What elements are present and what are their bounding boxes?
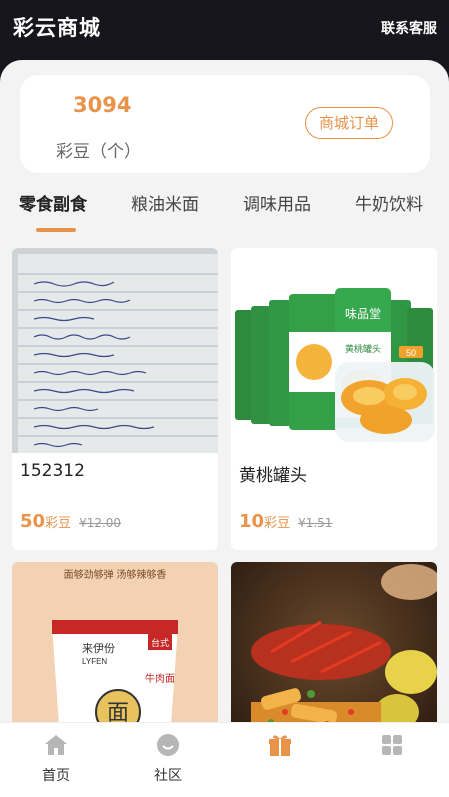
points-card: 3094 彩豆（个） 商城订单 bbox=[20, 75, 430, 173]
nav-mall[interactable] bbox=[250, 733, 310, 765]
can-label-text: 黄桃罐头 bbox=[345, 343, 381, 354]
nav-home[interactable]: 首页 bbox=[26, 733, 86, 785]
tab-snacks[interactable]: 零食副食 bbox=[19, 190, 87, 215]
price-row: 50彩豆 ¥12.00 bbox=[20, 511, 121, 532]
nav-community-label: 社区 bbox=[154, 768, 182, 784]
product-name: 黄桃罐头 bbox=[239, 466, 307, 486]
product-image: 味品堂 黄桃罐头 50 bbox=[231, 248, 437, 453]
banner-text: 面够劲够弹 汤够辣够香 bbox=[64, 568, 167, 581]
can-brand-text: 味品堂 bbox=[345, 307, 381, 321]
contact-service-button[interactable]: 联系客服 bbox=[381, 18, 437, 38]
product-price: 10 bbox=[239, 511, 265, 532]
cup-label-text: 牛肉面 bbox=[145, 672, 175, 685]
nav-community[interactable]: 社区 bbox=[138, 733, 198, 785]
active-tab-indicator bbox=[36, 228, 76, 232]
original-price: ¥12.00 bbox=[79, 516, 122, 530]
community-icon bbox=[157, 734, 179, 756]
app-title: 彩云商城 bbox=[13, 16, 101, 40]
cup-brand-en-text: LYFEN bbox=[82, 657, 107, 666]
original-price: ¥1.51 bbox=[298, 516, 333, 530]
bottom-nav: 首页 社区 bbox=[0, 722, 449, 797]
points-value: 3094 bbox=[73, 93, 132, 117]
tab-milk-drinks[interactable]: 牛奶饮料 bbox=[355, 190, 423, 215]
gift-icon bbox=[269, 735, 291, 756]
price-unit: 彩豆 bbox=[264, 516, 291, 531]
cup-brand-text: 来伊份 bbox=[82, 642, 115, 655]
nav-home-label: 首页 bbox=[42, 768, 70, 784]
product-name: 152312 bbox=[20, 461, 85, 481]
nav-mine[interactable] bbox=[362, 733, 422, 765]
price-unit: 彩豆 bbox=[45, 516, 72, 531]
tab-seasoning[interactable]: 调味用品 bbox=[243, 190, 311, 215]
can-weight-text: 50 bbox=[406, 348, 416, 358]
product-card[interactable]: 味品堂 黄桃罐头 50 黄桃罐头 10彩豆 ¥1.51 bbox=[231, 248, 437, 550]
product-price: 50 bbox=[20, 511, 46, 532]
home-icon bbox=[45, 735, 67, 755]
product-image bbox=[12, 248, 218, 453]
main-content: 3094 彩豆（个） 商城订单 零食副食 粮油米面 调味用品 牛奶饮料 1523… bbox=[0, 60, 449, 797]
price-row: 10彩豆 ¥1.51 bbox=[239, 511, 332, 532]
mall-orders-button[interactable]: 商城订单 bbox=[305, 107, 393, 139]
points-unit-label: 彩豆（个） bbox=[56, 142, 141, 162]
tab-grain-oil[interactable]: 粮油米面 bbox=[131, 190, 199, 215]
cup-badge-text: 台式 bbox=[151, 637, 169, 648]
grid-icon bbox=[382, 735, 402, 755]
product-card[interactable]: 152312 50彩豆 ¥12.00 bbox=[12, 248, 218, 550]
app-header: 彩云商城 联系客服 bbox=[0, 0, 449, 60]
